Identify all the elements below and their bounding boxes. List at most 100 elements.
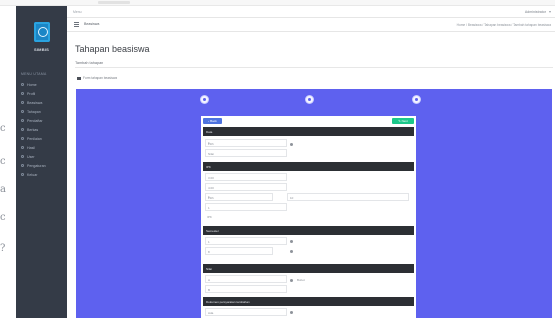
main-content: Tahapan beasiswa Tambah tahapan Form tah… xyxy=(67,32,555,318)
field-value: 10 xyxy=(290,196,294,200)
ipk-max-input[interactable]: 4.00 xyxy=(205,183,287,191)
sidebar-item-label: User xyxy=(27,154,35,159)
wizard-panel: ‹ Back ✎ Next Data Pilih ▾ Nilai IPK 3.00… xyxy=(76,89,552,318)
sidebar-item-berkas[interactable]: Berkas xyxy=(16,125,67,134)
dot-icon xyxy=(290,240,293,243)
top-left-text: Menu xyxy=(73,10,82,14)
folder-icon xyxy=(77,77,81,80)
section-title: IPK xyxy=(206,165,211,169)
section-title: Dokumen persyaratan tambahan xyxy=(206,300,250,304)
bobot-note: Bobot xyxy=(297,278,305,282)
breadcrumb[interactable]: Home / Beasiswa / Tahapan beasiswa / Tam… xyxy=(457,23,551,27)
sidebar-item-keluar[interactable]: Keluar xyxy=(16,170,67,179)
sidebar-item-label: Berkas xyxy=(27,127,39,132)
section-header: Semester xyxy=(203,226,414,235)
field-value: 1 xyxy=(208,206,210,210)
section-header: Data xyxy=(203,127,414,136)
circle-icon xyxy=(21,128,24,131)
sidebar-item-profil[interactable]: Profil xyxy=(16,89,67,98)
sidebar-item-pengaturan[interactable]: Pengaturan xyxy=(16,161,67,170)
dot-icon xyxy=(290,250,293,253)
nilai-min-input[interactable]: A xyxy=(205,275,287,283)
urutan-input[interactable]: 1 xyxy=(205,203,287,211)
hamburger-icon[interactable] xyxy=(74,22,79,27)
subheader-label: Beasiswa xyxy=(84,22,100,26)
edge-glyph: c xyxy=(0,123,6,134)
ipk-min-input[interactable]: 3.00 xyxy=(205,173,287,181)
sidebar-item-label: Tahapan xyxy=(27,109,41,114)
section-header: IPK xyxy=(203,162,414,171)
wizard-step-1[interactable] xyxy=(201,96,208,103)
field-value: 3.00 xyxy=(208,176,214,180)
circle-icon xyxy=(21,119,24,122)
semester-input[interactable]: 1 xyxy=(205,237,287,245)
nilai-max-input[interactable]: B xyxy=(205,285,287,293)
section-title: Data xyxy=(206,130,213,134)
chevron-down-icon: ▾ xyxy=(208,195,210,199)
sidebar-item-label: Keluar xyxy=(27,172,38,177)
circle-icon xyxy=(21,92,24,95)
page-subtitle: Tambah tahapan xyxy=(75,61,104,65)
section-header: Nilai xyxy=(203,264,414,273)
field-value: 8 xyxy=(208,250,210,254)
sidebar-menu: Home Profil Beasiswa Tahapan Pendaftar B… xyxy=(16,80,67,179)
next-button[interactable]: ✎ Next xyxy=(392,118,414,124)
sidebar-item-pendaftar[interactable]: Pendaftar xyxy=(16,116,67,125)
strip-tab xyxy=(98,1,130,4)
top-header: Menu Administrator ▾ xyxy=(67,6,555,18)
wizard-step-3[interactable] xyxy=(413,96,420,103)
sidebar-item-label: Hasil xyxy=(27,145,35,150)
brand-name: SIMBIS xyxy=(34,47,49,52)
sidebar-item-label: Profil xyxy=(27,91,36,96)
divider xyxy=(75,67,553,68)
sidebar-item-label: Pendaftar xyxy=(27,118,43,123)
circle-icon xyxy=(21,83,24,86)
jenis-select[interactable]: Pilih ▾ xyxy=(205,193,273,201)
circle-icon xyxy=(21,137,24,140)
wizard-step-2[interactable] xyxy=(306,96,313,103)
sidebar: SIMBIS MENU UTAMA Home Profil Beasiswa T… xyxy=(16,6,67,318)
brand-logo-icon xyxy=(34,22,50,42)
field-value: Nilai xyxy=(208,152,214,156)
field-value: B xyxy=(208,288,211,292)
section-title: Nilai xyxy=(206,267,212,271)
circle-icon xyxy=(21,110,24,113)
section-title: Semester xyxy=(206,229,219,233)
semester-max-input[interactable]: 8 xyxy=(205,247,273,255)
back-button[interactable]: ‹ Back xyxy=(203,118,222,124)
field-value: 1 xyxy=(208,240,210,244)
menu-header: MENU UTAMA xyxy=(21,72,47,76)
circle-icon xyxy=(21,173,24,176)
sidebar-item-beasiswa[interactable]: Beasiswa xyxy=(16,98,67,107)
edge-glyph: ? xyxy=(0,243,6,254)
sidebar-item-label: Beasiswa xyxy=(27,100,43,105)
sidebar-item-home[interactable]: Home xyxy=(16,80,67,89)
form-card: ‹ Back ✎ Next Data Pilih ▾ Nilai IPK 3.00… xyxy=(201,116,416,318)
page-title: Tahapan beasiswa xyxy=(75,44,150,54)
left-edge-artifact: c c a c ? xyxy=(0,6,16,318)
circle-icon xyxy=(21,155,24,158)
field-value: A xyxy=(208,278,211,282)
field-value: Ada xyxy=(208,311,214,315)
edge-glyph: a xyxy=(0,184,6,195)
dot-icon xyxy=(290,143,293,146)
edge-glyph: c xyxy=(0,156,6,167)
ipk-note: IPK xyxy=(207,215,212,219)
field-value: 4.00 xyxy=(208,186,214,190)
dokumen-input[interactable]: Ada xyxy=(205,308,287,316)
brand[interactable]: SIMBIS xyxy=(16,20,67,68)
bobot-input[interactable]: 10 xyxy=(287,193,409,201)
sidebar-item-penilaian[interactable]: Penilaian xyxy=(16,134,67,143)
dot-icon xyxy=(290,311,293,314)
nama-tahapan-input[interactable]: Nilai xyxy=(205,149,287,157)
circle-icon xyxy=(21,101,24,104)
kategori-select[interactable]: Pilih ▾ xyxy=(205,139,287,147)
card-crumb: Form tahapan beasiswa xyxy=(83,76,118,80)
sidebar-item-user[interactable]: User xyxy=(16,152,67,161)
user-menu[interactable]: Administrator ▾ xyxy=(525,9,551,14)
sidebar-item-hasil[interactable]: Hasil xyxy=(16,143,67,152)
sidebar-item-tahapan[interactable]: Tahapan xyxy=(16,107,67,116)
chevron-down-icon: ▾ xyxy=(208,141,210,145)
subheader: Beasiswa Home / Beasiswa / Tahapan beasi… xyxy=(67,18,555,32)
user-name: Administrator xyxy=(524,10,546,14)
